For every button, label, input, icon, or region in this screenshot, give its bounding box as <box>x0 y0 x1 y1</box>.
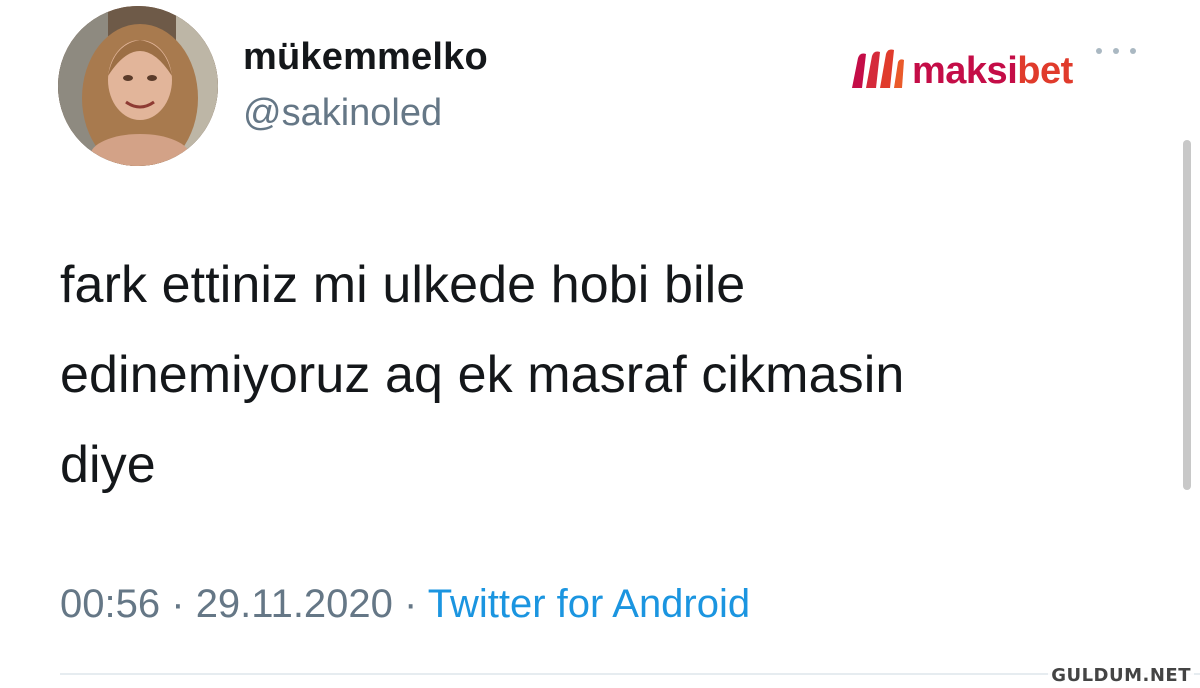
brand-logo: maksibet <box>850 48 1073 94</box>
tweet-text: fark ettiniz mi ulkede hobi bile edinemi… <box>60 240 1120 510</box>
maksibet-logo-icon <box>852 49 904 88</box>
dot <box>1130 48 1136 54</box>
watermark: GULDUM.NET <box>1048 665 1194 686</box>
tweet-text-line: edinemiyoruz aq ek masraf cikmasin <box>60 346 905 404</box>
brand-name-part1: maksi <box>912 50 1018 92</box>
meta-separator: · <box>404 582 418 626</box>
scrollbar[interactable] <box>1183 140 1191 490</box>
tweet-source-link[interactable]: Twitter for Android <box>428 582 750 626</box>
meta-separator: · <box>171 582 185 626</box>
tweet-text-line: diye <box>60 436 156 494</box>
tweet-time[interactable]: 00:56 <box>60 582 160 626</box>
brand-name-part2: bet <box>1017 50 1073 92</box>
user-handle[interactable]: @sakinoled <box>243 92 442 135</box>
more-dots-icon[interactable] <box>1096 44 1136 58</box>
tweet-text-line: fark ettiniz mi ulkede hobi bile <box>60 256 746 314</box>
tweet-card: mükemmelko @sakinoled maksibet fark etti… <box>0 0 1200 688</box>
dot <box>1113 48 1119 54</box>
tweet-date[interactable]: 29.11.2020 <box>196 582 393 626</box>
brand-name: maksibet <box>912 52 1073 90</box>
dot <box>1096 48 1102 54</box>
display-name[interactable]: mükemmelko <box>243 36 488 79</box>
avatar[interactable] <box>58 6 218 166</box>
divider <box>60 673 1200 675</box>
tweet-metadata: 00:56 · 29.11.2020 · Twitter for Android <box>60 582 750 627</box>
avatar-image <box>58 6 218 166</box>
